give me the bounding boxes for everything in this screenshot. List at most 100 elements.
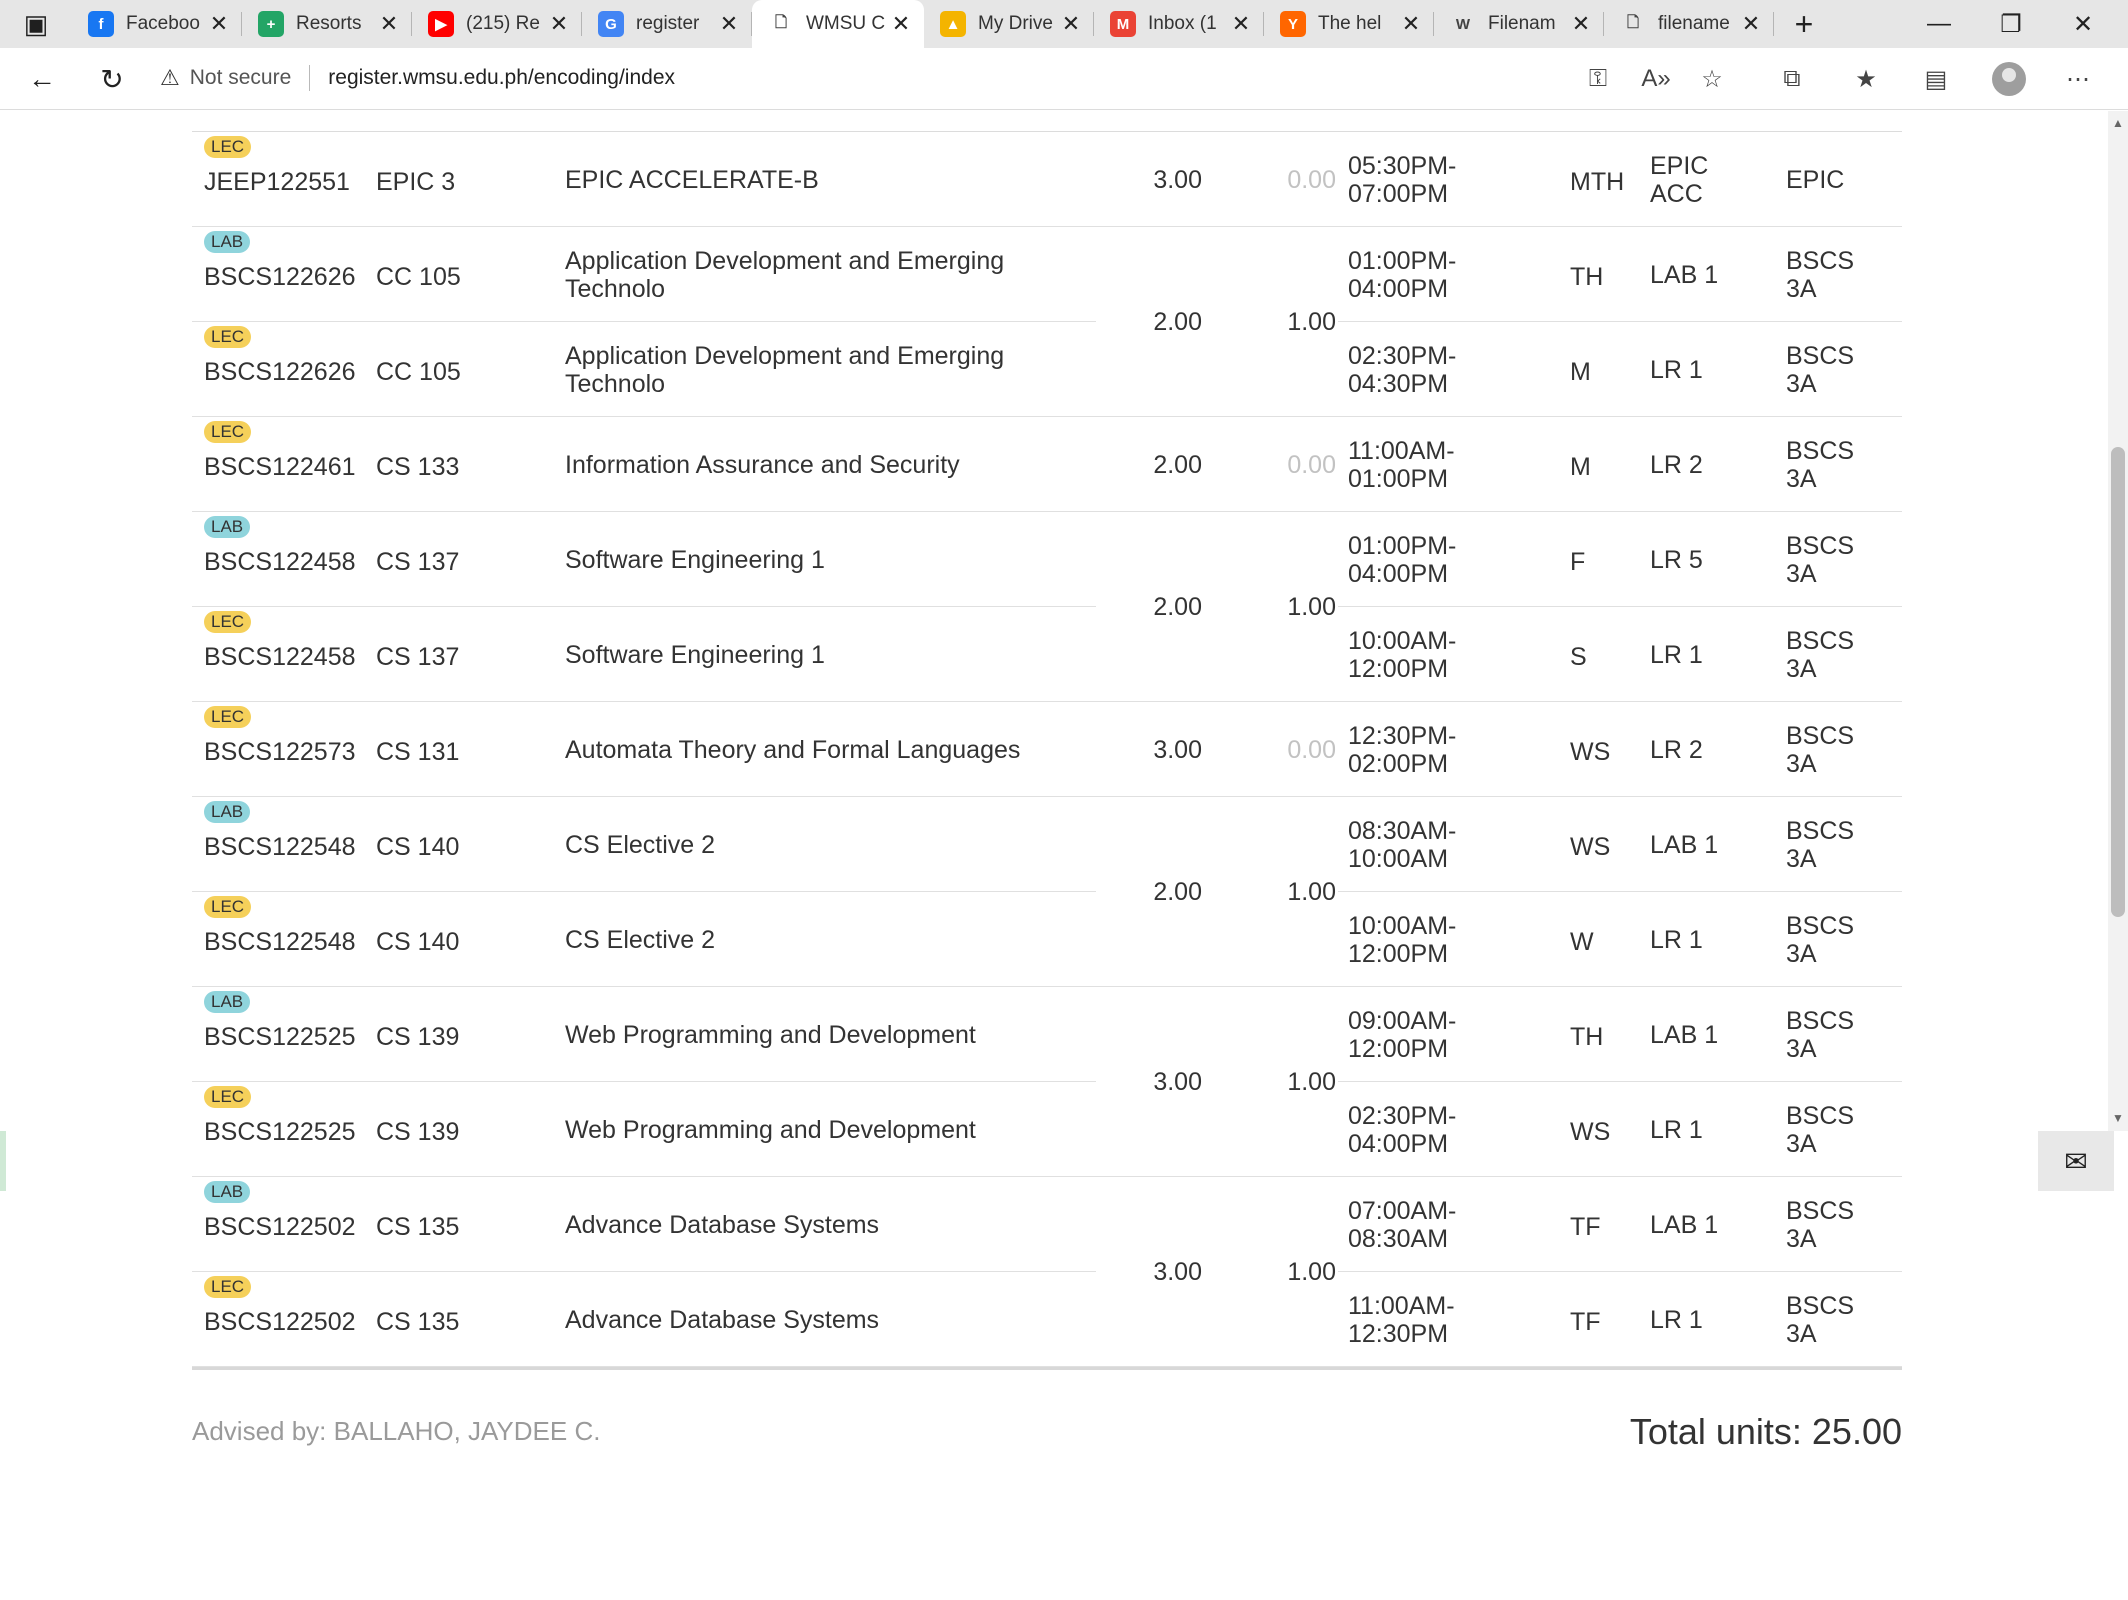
subject-description: Application Development and Emerging Tec… (565, 247, 1005, 303)
subject-description: Advance Database Systems (565, 1211, 880, 1239)
section: EPIC (1786, 166, 1845, 194)
side-accent (0, 1131, 6, 1191)
table-row: LEC BSCS122573 CS 131 Automata Theory and F… (192, 702, 1902, 797)
tab-sheets[interactable]: + Resorts ✕ (242, 0, 412, 48)
table-row: LAB BSCS122626 CC 105 Application Developme… (192, 227, 1902, 322)
schedule-time: 12:30PM-02:00PM (1348, 722, 1457, 778)
new-tab-icon[interactable]: + (1774, 0, 1834, 48)
schedule-time: 10:00AM-12:00PM (1348, 627, 1457, 683)
minimize-icon[interactable]: — (1904, 0, 1974, 48)
tab-doc[interactable]: 🗋 filename ✕ (1604, 0, 1774, 48)
tab-title: Resorts (296, 13, 362, 34)
scroll-down-icon[interactable]: ▼ (2108, 1108, 2128, 1128)
tab-page[interactable]: 🗋 WMSU C ✕ (752, 0, 924, 48)
tab-youtube[interactable]: ▶ (215) Re ✕ (412, 0, 582, 48)
tab-title: My Drive (978, 13, 1053, 34)
url-field[interactable]: ⚠ Not secure register.wmsu.edu.ph/encodi… (160, 54, 675, 102)
laboratory-units: 1.00 (1287, 878, 1336, 906)
tab-close-icon[interactable]: ✕ (1568, 11, 1594, 37)
schedule-time: 11:00AM-01:00PM (1348, 437, 1455, 493)
tab-ycombinator[interactable]: Y The hel ✕ (1264, 0, 1434, 48)
tab-close-icon[interactable]: ✕ (546, 11, 572, 37)
lecture-units: 3.00 (1153, 165, 1202, 194)
tab-google[interactable]: Gregister ✕ (582, 0, 752, 48)
schedule-time: 10:00AM-12:00PM (1348, 912, 1457, 968)
table-row: LEC BSCS122461 CS 133 Information Assurance… (192, 417, 1902, 512)
schedule-time: 01:00PM-04:00PM (1348, 247, 1457, 303)
collections-icon[interactable]: ▤ (1914, 58, 1958, 100)
lecture-units: 3.00 (1153, 1258, 1202, 1286)
restore-icon[interactable]: ❐ (1976, 0, 2046, 48)
schedule-time: 02:30PM-04:00PM (1348, 1102, 1457, 1158)
advised-by: Advised by: BALLAHO, JAYDEE C. (192, 1416, 601, 1446)
read-aloud-icon[interactable]: A» (1634, 58, 1678, 100)
subject-code: CS 140 (376, 833, 460, 861)
class-code: BSCS122458 (204, 643, 356, 671)
schedule-day: WS (1570, 738, 1611, 766)
tab-actions-icon[interactable]: ▣ (0, 0, 72, 48)
class-type-badge: LEC (204, 611, 252, 633)
subject-description: Web Programming and Development (565, 1021, 976, 1049)
tab-close-icon[interactable]: ✕ (206, 11, 232, 37)
room: LAB 1 (1650, 831, 1719, 859)
subject-description: Information Assurance and Security (565, 451, 960, 479)
table-row: LEC BSCS122525 CS 139 Web Programming and D… (192, 1082, 1902, 1177)
tab-facebook[interactable]: f Faceboo ✕ (72, 0, 242, 48)
class-code: BSCS122626 (204, 263, 356, 291)
schedule-day: TH (1570, 1023, 1604, 1051)
feedback-icon[interactable]: ✉ (2038, 1131, 2114, 1191)
more-options-icon[interactable]: ⋯ (2056, 58, 2100, 100)
schedule-day: S (1570, 643, 1587, 671)
doc-icon: 🗋 (1626, 13, 1640, 31)
table-row: LAB BSCS122548 CS 140 CS Elective 2 08:30AM-… (192, 797, 1902, 892)
table-bottom-border (192, 1367, 1902, 1370)
tab-title: Faceboo (126, 13, 200, 34)
tab-close-icon[interactable]: ✕ (1738, 11, 1764, 37)
tab-bar: ▣ f Faceboo ✕ + Resorts ✕ ▶ (215) Re ✕ Gregister ✕… (0, 0, 2128, 48)
schedule-time: 01:00PM-04:00PM (1348, 532, 1457, 588)
favorites-icon[interactable]: ★ (1844, 58, 1888, 100)
google-icon: G (598, 11, 624, 37)
room: LR 2 (1650, 451, 1703, 479)
schedule-time: 07:00AM-08:30AM (1348, 1197, 1457, 1253)
gmail-icon: M (1110, 11, 1136, 37)
tab-wikipedia[interactable]: W Filenam ✕ (1434, 0, 1604, 48)
subject-description: CS Elective 2 (565, 926, 716, 954)
tab-close-icon[interactable]: ✕ (376, 11, 402, 37)
refresh-icon[interactable]: ↻ (90, 58, 134, 100)
table-row: LAB BSCS122458 CS 137 Software Engineering … (192, 512, 1902, 607)
class-type-badge: LEC (204, 421, 252, 443)
tab-title: register (636, 13, 700, 34)
tab-close-icon[interactable]: ✕ (1228, 11, 1254, 37)
add-favorite-icon[interactable]: ☆ (1690, 58, 1734, 100)
lecture-units: 3.00 (1153, 735, 1202, 764)
subject-code: CS 139 (376, 1023, 460, 1051)
room: LR 1 (1650, 1306, 1703, 1334)
class-type-badge: LEC (204, 1276, 252, 1298)
class-code: BSCS122626 (204, 358, 356, 386)
section: BSCS 3A (1786, 247, 1855, 303)
scrollbar-thumb[interactable] (2111, 447, 2125, 917)
class-type-badge: LEC (204, 326, 252, 348)
scroll-up-icon[interactable]: ▲ (2108, 113, 2128, 133)
class-code: BSCS122458 (204, 548, 356, 576)
tab-close-icon[interactable]: ✕ (888, 11, 914, 37)
tab-close-icon[interactable]: ✕ (716, 11, 742, 37)
subject-code: EPIC 3 (376, 168, 456, 196)
extensions-icon[interactable]: ⧉ (1770, 58, 1814, 100)
class-type-badge: LEC (204, 136, 252, 158)
schedule-day: M (1570, 453, 1591, 481)
tab-close-icon[interactable]: ✕ (1398, 11, 1424, 37)
tab-close-icon[interactable]: ✕ (1058, 11, 1084, 37)
url-text[interactable]: register.wmsu.edu.ph/encoding/index (328, 66, 675, 90)
tab-gmail[interactable]: M Inbox (1 ✕ (1094, 0, 1264, 48)
key-icon[interactable]: ⚿ (1576, 58, 1620, 100)
section: BSCS 3A (1786, 1102, 1855, 1158)
profile-avatar[interactable] (1992, 62, 2026, 96)
tab-google-drive[interactable]: ▲ My Drive ✕ (924, 0, 1094, 48)
close-window-icon[interactable]: ✕ (2048, 0, 2118, 48)
laboratory-units: 1.00 (1287, 1258, 1336, 1286)
class-code: BSCS122502 (204, 1308, 356, 1336)
back-icon[interactable]: ← (20, 58, 64, 100)
schedule-time: 09:00AM-12:00PM (1348, 1007, 1457, 1063)
